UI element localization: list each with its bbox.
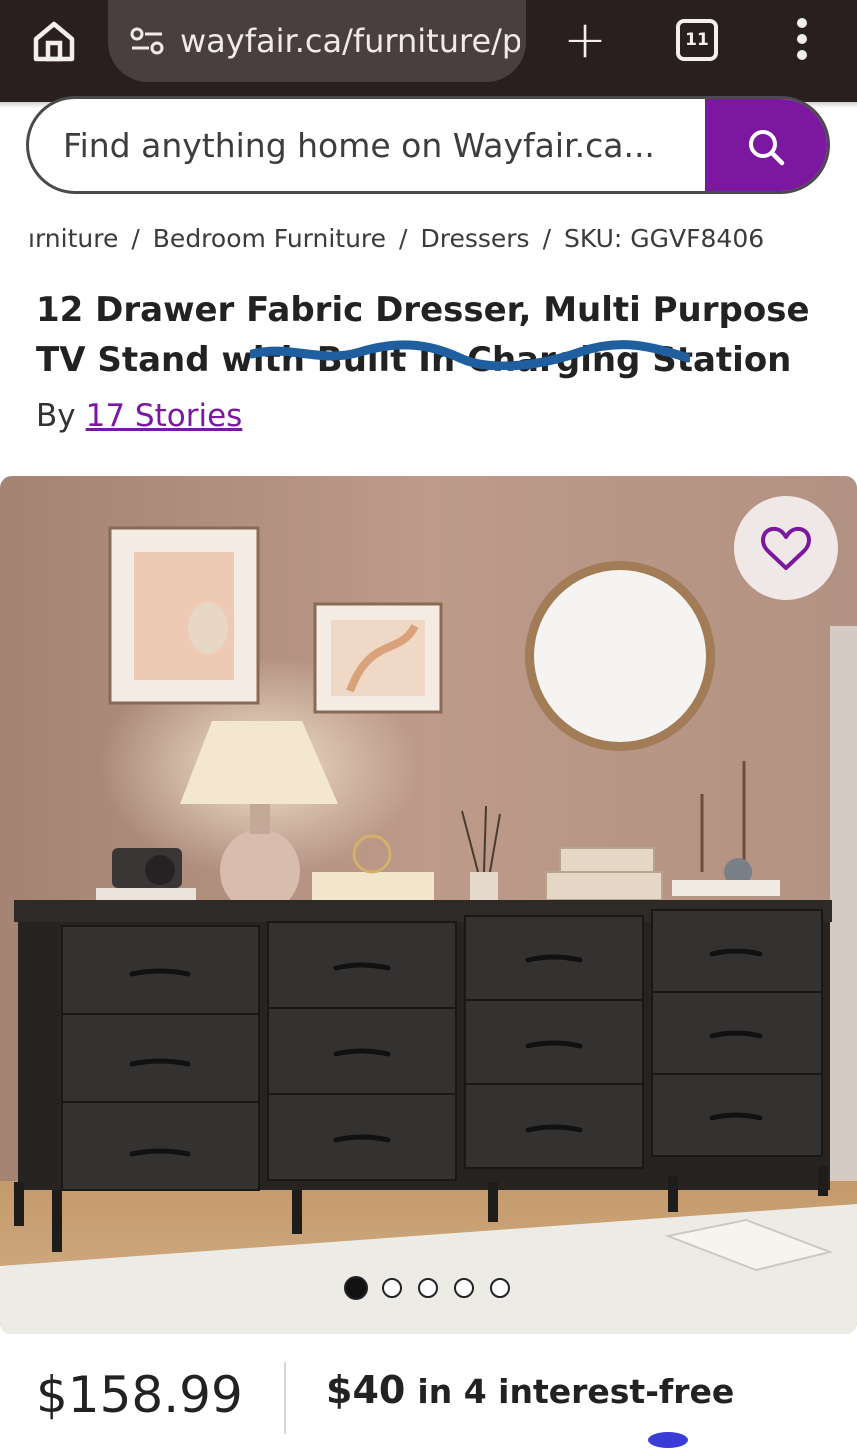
payment-logo-peek [648, 1432, 688, 1448]
search-box [26, 96, 830, 194]
breadcrumb-item-furniture[interactable]: ırniture [28, 224, 118, 253]
carousel-dot-4[interactable] [454, 1278, 474, 1298]
installment-offer: $40 in 4 interest-free [326, 1364, 734, 1418]
installment-text: in 4 interest-free [417, 1372, 735, 1411]
carousel-dot-1[interactable] [344, 1276, 368, 1300]
by-label: By [36, 398, 76, 434]
carousel-dot-3[interactable] [418, 1278, 438, 1298]
product-photo[interactable] [0, 476, 857, 1334]
browser-toolbar: wayfair.ca/furniture/p + 11 [0, 0, 857, 102]
breadcrumb: ırniture / Bedroom Furniture / Dressers / SKU:… [28, 222, 857, 256]
more-vert-icon[interactable] [790, 18, 814, 66]
product-title: 12 Drawer Fabric Dresser, Multi Purpose … [36, 285, 826, 385]
product-price: $158.99 [36, 1366, 243, 1424]
address-bar[interactable]: wayfair.ca/furniture/p [108, 0, 526, 82]
breadcrumb-sku: SKU: GGVF8406 [564, 224, 765, 253]
plus-icon[interactable]: + [562, 14, 608, 66]
favorite-button[interactable] [734, 496, 838, 600]
carousel-dot-5[interactable] [490, 1278, 510, 1298]
brand-link[interactable]: 17 Stories [86, 398, 243, 434]
breadcrumb-separator: / [542, 224, 552, 253]
image-carousel-dots [344, 1276, 514, 1302]
breadcrumb-item-dressers[interactable]: Dressers [420, 224, 529, 253]
heart-icon [761, 526, 811, 570]
search-icon [749, 130, 785, 166]
search-button[interactable] [705, 99, 827, 191]
price-divider [284, 1362, 286, 1434]
breadcrumb-separator: / [399, 224, 408, 253]
url-text[interactable]: wayfair.ca/furniture/p [180, 20, 520, 62]
installment-amount: $40 [326, 1368, 406, 1412]
scribble-redaction [250, 340, 690, 370]
tab-switcher-button[interactable]: 11 [676, 19, 718, 61]
home-icon[interactable] [30, 17, 78, 65]
carousel-dot-2[interactable] [382, 1278, 402, 1298]
breadcrumb-item-bedroom-furniture[interactable]: Bedroom Furniture [153, 224, 386, 253]
search-input[interactable] [63, 99, 703, 191]
breadcrumb-separator: / [131, 224, 140, 253]
site-settings-icon[interactable] [130, 26, 164, 56]
brand-line: By 17 Stories [36, 396, 242, 436]
